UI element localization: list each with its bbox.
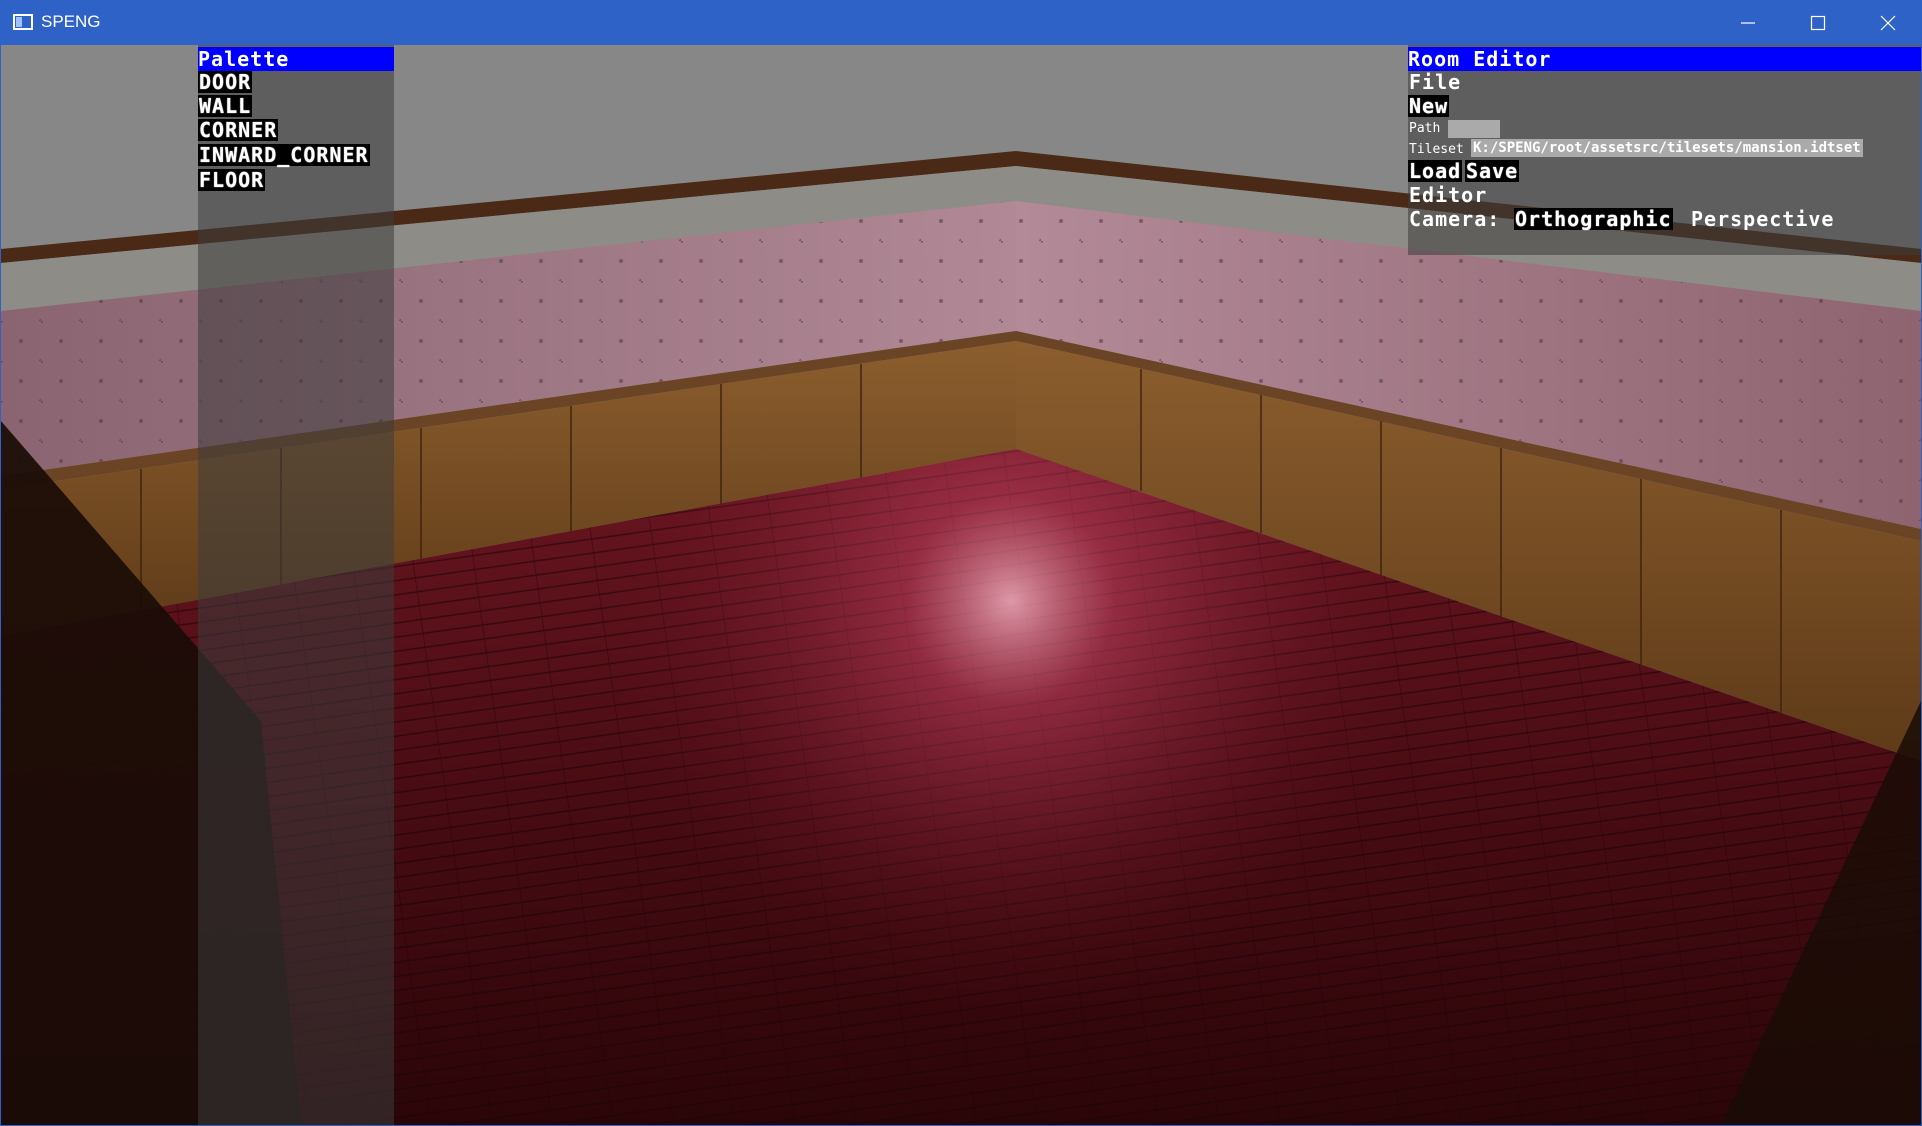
tileset-input[interactable]: K:/SPENG/root/assetsrc/tilesets/mansion.…	[1471, 139, 1863, 157]
palette-item-inward-corner[interactable]: INWARD_CORNER	[198, 144, 370, 166]
palette-item-door[interactable]: DOOR	[198, 71, 253, 93]
maximize-icon	[1810, 15, 1826, 31]
path-label: Path	[1409, 121, 1441, 136]
tileset-label: Tileset	[1409, 142, 1464, 157]
room-editor-header[interactable]: Room Editor	[1408, 47, 1921, 71]
title-bar[interactable]: SPENG	[1, 1, 1921, 45]
editor-section-label[interactable]: Editor	[1409, 184, 1487, 206]
window-title: SPENG	[41, 12, 101, 31]
app-icon	[13, 14, 33, 30]
palette-panel	[198, 45, 394, 1125]
app-window: SPENG Palette DOOR WALL CORNER INWARD_CO…	[0, 0, 1922, 1126]
close-icon	[1880, 15, 1896, 31]
load-button[interactable]: Load	[1408, 160, 1463, 182]
palette-item-corner[interactable]: CORNER	[198, 119, 279, 141]
minimize-icon	[1741, 22, 1755, 24]
palette-item-floor[interactable]: FLOOR	[198, 169, 266, 191]
palette-item-wall[interactable]: WALL	[198, 95, 253, 117]
camera-orthographic-button[interactable]: Orthographic	[1514, 208, 1673, 230]
palette-header[interactable]: Palette	[198, 47, 394, 71]
maximize-button[interactable]	[1783, 1, 1853, 45]
camera-label: Camera:	[1409, 207, 1501, 231]
path-input[interactable]	[1448, 120, 1500, 138]
camera-perspective-button[interactable]: Perspective	[1691, 208, 1834, 230]
save-button[interactable]: Save	[1465, 160, 1520, 182]
new-button[interactable]: New	[1408, 95, 1450, 117]
file-section-label[interactable]: File	[1409, 71, 1461, 93]
minimize-button[interactable]	[1713, 1, 1783, 45]
close-button[interactable]	[1853, 1, 1921, 45]
